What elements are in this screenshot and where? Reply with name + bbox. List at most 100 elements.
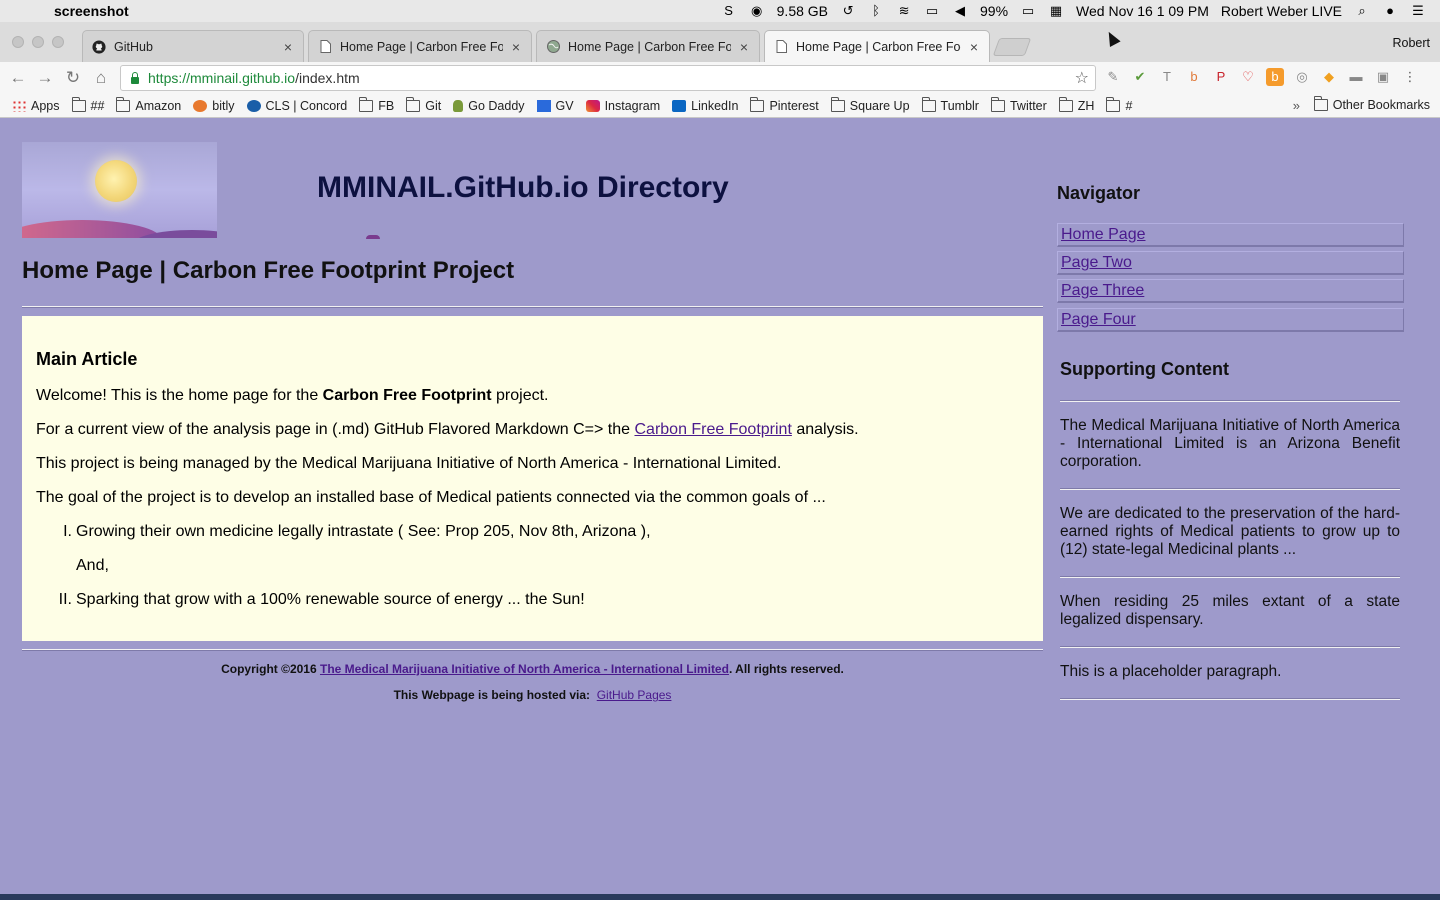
copyright-footer: Copyright ©2016 The Medical Marijuana In…	[22, 662, 1043, 676]
tag-extension-icon[interactable]: ◆	[1320, 68, 1338, 86]
home-icon[interactable]: ⌂	[91, 68, 111, 88]
browser-tab[interactable]: Home Page | Carbon Free Foot ×	[308, 30, 532, 62]
secure-lock-icon[interactable]	[130, 72, 140, 84]
back-arrow-icon[interactable]: ←	[8, 68, 28, 88]
github-pages-link[interactable]: GitHub Pages	[597, 688, 672, 702]
organization-link[interactable]: The Medical Marijuana Initiative of Nort…	[320, 662, 729, 676]
bookmark-folder[interactable]: Amazon	[116, 96, 181, 113]
bookmark-folder[interactable]: #	[1106, 96, 1133, 113]
bookmark-folder[interactable]: Pinterest	[750, 96, 819, 113]
bookmark-label: Go Daddy	[468, 98, 525, 113]
bold-text: Carbon Free Footprint	[322, 387, 492, 404]
bookmark-folder[interactable]: Twitter	[990, 96, 1047, 113]
tab-close-icon[interactable]: ×	[737, 39, 751, 55]
spotlight-search-icon[interactable]: ⌕	[1354, 4, 1370, 18]
nav-item-page-three[interactable]: Page Three	[1057, 279, 1404, 303]
text: For a current view of the analysis page …	[36, 421, 635, 438]
close-window-button[interactable]	[12, 36, 24, 48]
notification-center-icon[interactable]: ☰	[1410, 4, 1426, 18]
memory-readout[interactable]: 9.58 GB	[777, 3, 828, 19]
bookmark-apps[interactable]: Apps	[12, 99, 60, 113]
text-extension-icon[interactable]: T	[1158, 68, 1176, 86]
bookmark-label: #	[1125, 98, 1133, 113]
user-extension-icon[interactable]: ▣	[1374, 68, 1392, 86]
nav-item-home[interactable]: Home Page	[1057, 223, 1404, 247]
nav-link[interactable]: Page Two	[1061, 254, 1132, 271]
bluetooth-icon[interactable]: ᛒ	[868, 4, 884, 18]
checkmark-extension-icon[interactable]: ✔	[1131, 68, 1149, 86]
bitly-extension-icon[interactable]: b	[1185, 68, 1203, 86]
nav-item-page-two[interactable]: Page Two	[1057, 251, 1404, 275]
other-bookmarks-folder[interactable]: Other Bookmarks	[1313, 96, 1430, 112]
address-bar[interactable]: https://mminail.github.io/index.htm ☆	[120, 65, 1096, 91]
battery-icon[interactable]: ▭	[1020, 4, 1036, 18]
minimize-window-button[interactable]	[32, 36, 44, 48]
memory-gauge-icon[interactable]: ◉	[749, 4, 765, 18]
new-tab-button[interactable]	[992, 38, 1032, 56]
heart-extension-icon[interactable]: ♡	[1239, 68, 1257, 86]
main-article: Main Article Welcome! This is the home p…	[22, 316, 1043, 641]
menu-bar-clock[interactable]: Wed Nov 16 1 09 PM	[1076, 3, 1209, 19]
tab-title: Home Page | Carbon Free Foot	[340, 39, 503, 54]
divider	[1060, 576, 1400, 578]
bar-extension-icon[interactable]: ▬	[1347, 68, 1365, 86]
time-machine-icon[interactable]: ↺	[840, 4, 856, 18]
zoom-window-button[interactable]	[52, 36, 64, 48]
chat-extension-icon[interactable]: ◎	[1293, 68, 1311, 86]
bookmark-link[interactable]: bitly	[193, 99, 235, 113]
keyboard-layout-icon[interactable]: ▦	[1048, 4, 1064, 18]
profile-button[interactable]: Robert	[1392, 36, 1430, 50]
carbon-free-footprint-link[interactable]: Carbon Free Footprint	[634, 421, 791, 438]
skype-icon[interactable]: S	[721, 4, 737, 18]
tab-close-icon[interactable]: ×	[509, 39, 523, 55]
bookmark-link[interactable]: Go Daddy	[453, 98, 525, 113]
bookmark-label: Tumblr	[940, 98, 979, 113]
browser-tab[interactable]: GitHub ×	[82, 30, 304, 62]
pinterest-extension-icon[interactable]: P	[1212, 68, 1230, 86]
battery-percent[interactable]: 99%	[980, 3, 1008, 19]
tab-title: Home Page | Carbon Free Foot	[796, 39, 961, 54]
browser-tab-active[interactable]: Home Page | Carbon Free Foot ×	[764, 30, 990, 62]
bookmark-link[interactable]: CLS | Concord	[246, 98, 348, 113]
bookmark-star-icon[interactable]: ☆	[1075, 68, 1089, 88]
chrome-menu-icon[interactable]: ⋮	[1401, 68, 1419, 86]
bookmark-link[interactable]: LinkedIn	[672, 99, 738, 113]
bookmark-label: Git	[425, 98, 442, 113]
airplay-icon[interactable]: ▭	[924, 4, 940, 18]
eyedropper-extension-icon[interactable]: ✎	[1104, 68, 1122, 86]
divider	[1060, 646, 1400, 648]
more-bookmarks-chevron-icon[interactable]: »	[1293, 98, 1300, 113]
bookmark-label: Other Bookmarks	[1332, 98, 1430, 112]
tab-close-icon[interactable]: ×	[967, 39, 981, 55]
bookmark-label: ##	[90, 98, 105, 113]
folder-icon	[750, 96, 765, 112]
bookmark-link[interactable]: Instagram	[585, 99, 660, 113]
bookmark-folder[interactable]: Git	[406, 96, 442, 113]
bookmark-link[interactable]: GV	[536, 99, 574, 113]
volume-icon[interactable]: ◀	[952, 4, 968, 18]
reload-icon[interactable]: ↻	[63, 68, 83, 88]
web-page: MMINAIL.GitHub.io Directory Home Page | …	[0, 119, 1440, 894]
nav-link[interactable]: Page Three	[1061, 282, 1144, 299]
folder-icon	[1106, 96, 1121, 112]
bookmark-folder[interactable]: Tumblr	[921, 96, 979, 113]
forward-arrow-icon[interactable]: →	[35, 68, 55, 88]
linkedin-icon	[672, 99, 687, 112]
bookmark-folder[interactable]: Square Up	[830, 96, 910, 113]
bookmark-label: CLS | Concord	[265, 98, 348, 113]
bookmark-folder[interactable]: ##	[71, 96, 105, 113]
menu-bar-user[interactable]: Robert Weber LIVE	[1221, 3, 1342, 19]
bookmark-label: FB	[378, 98, 395, 113]
app-name-menu[interactable]: screenshot	[54, 3, 129, 19]
nav-item-page-four[interactable]: Page Four	[1057, 308, 1404, 332]
folder-icon	[990, 96, 1005, 112]
nav-link[interactable]: Home Page	[1061, 226, 1146, 243]
orange-extension-icon[interactable]: b	[1266, 68, 1284, 86]
tab-close-icon[interactable]: ×	[281, 39, 295, 55]
siri-icon[interactable]: ●	[1382, 4, 1398, 18]
bookmark-folder[interactable]: FB	[359, 96, 395, 113]
bookmark-folder[interactable]: ZH	[1058, 96, 1094, 113]
browser-tab[interactable]: Home Page | Carbon Free Foot ×	[536, 30, 760, 62]
nav-link[interactable]: Page Four	[1061, 311, 1136, 328]
wifi-icon[interactable]: ≋	[896, 4, 912, 18]
